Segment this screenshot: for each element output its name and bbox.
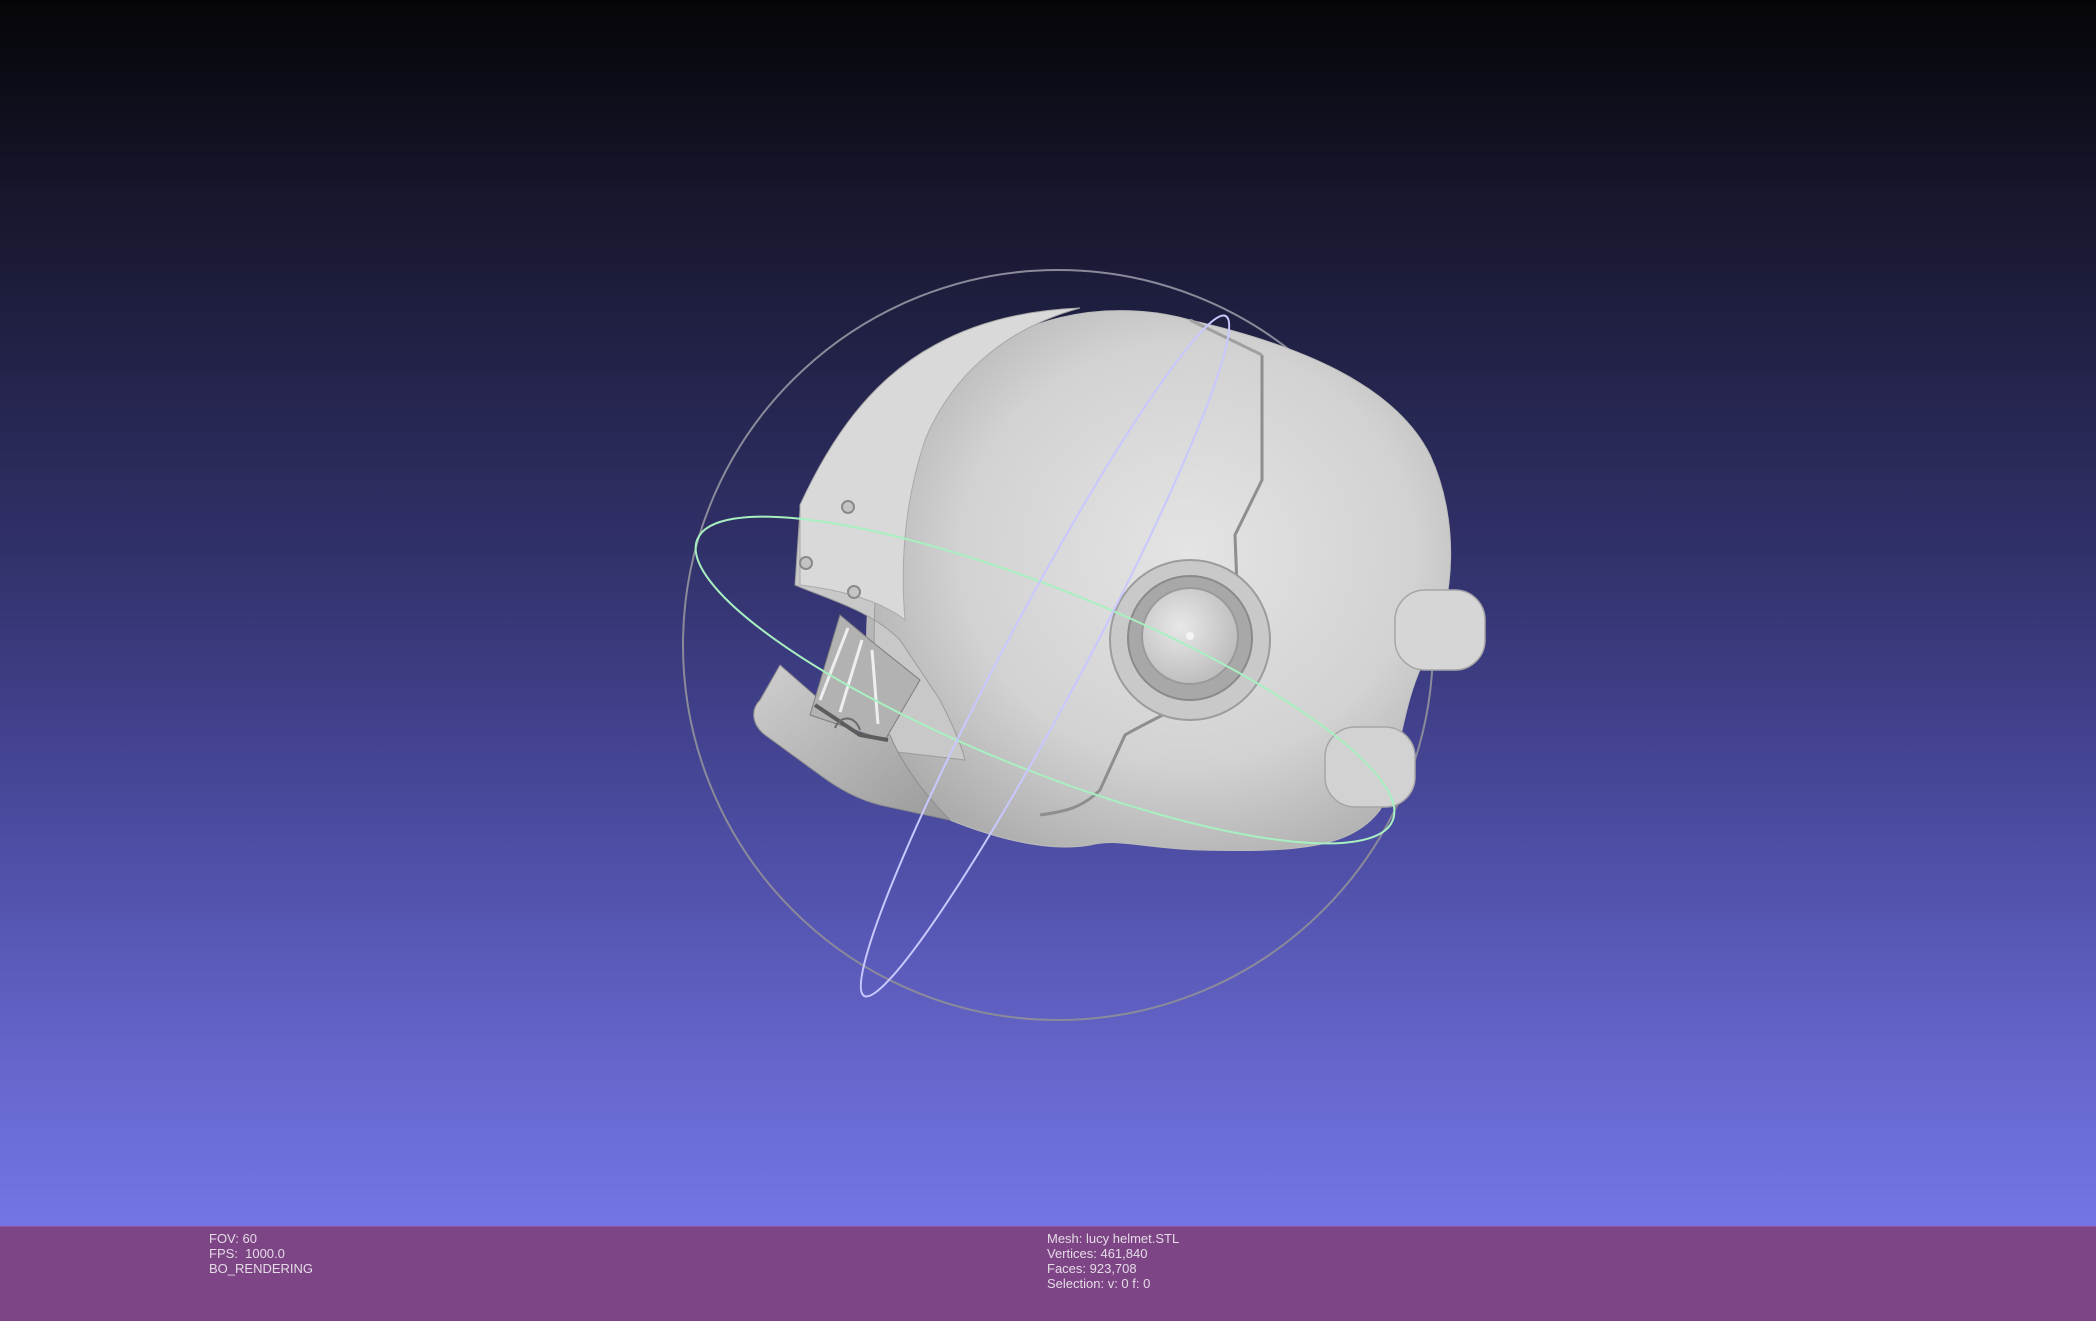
scene-canvas[interactable]	[0, 0, 2096, 1226]
status-bar: FOV: 60 FPS: 1000.0 BO_RENDERING Mesh: l…	[0, 1226, 2096, 1321]
helmet-mesh[interactable]	[753, 307, 1486, 852]
vertices-label: Vertices: 461,840	[1047, 1246, 1148, 1261]
ear-disc-dot	[1186, 632, 1194, 640]
rivet	[847, 585, 861, 599]
selection-label: Selection: v: 0 f: 0	[1047, 1276, 1151, 1291]
render-mode-label: BO_RENDERING	[209, 1261, 314, 1276]
rivet	[841, 500, 855, 514]
fps-label: FPS: 1000.0	[209, 1246, 285, 1261]
mesh-name-label: Mesh: lucy helmet.STL	[1047, 1231, 1180, 1246]
faces-label: Faces: 923,708	[1047, 1261, 1137, 1276]
mesh-info: Mesh: lucy helmet.STL Vertices: 461,840 …	[1047, 1231, 1179, 1291]
3d-viewport[interactable]	[0, 0, 2096, 1226]
fov-label: FOV: 60	[209, 1231, 257, 1246]
rear-knob-upper	[1394, 589, 1486, 671]
render-info: FOV: 60 FPS: 1000.0 BO_RENDERING	[209, 1231, 313, 1276]
rivet	[799, 556, 813, 570]
